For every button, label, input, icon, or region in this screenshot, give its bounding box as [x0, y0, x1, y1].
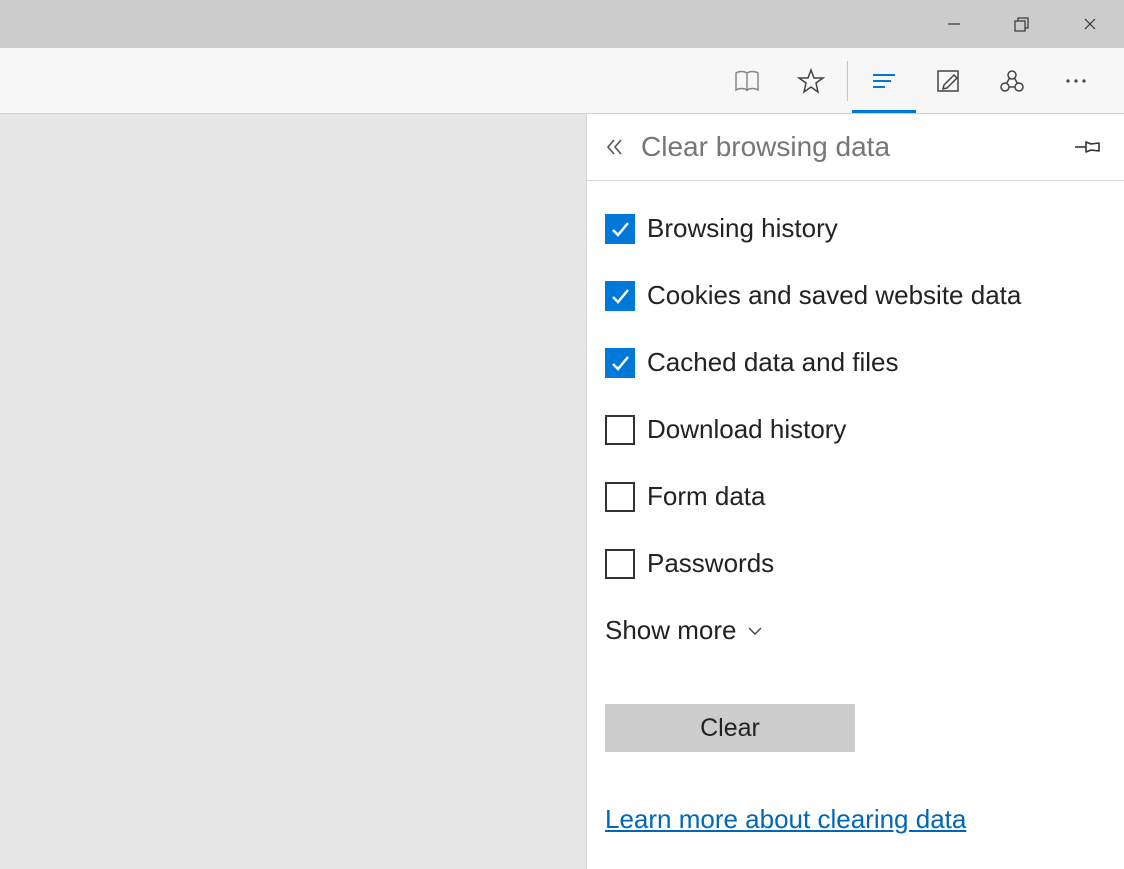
book-icon [733, 67, 761, 95]
clear-browsing-data-panel: Clear browsing data Browsing history Cook… [586, 114, 1124, 869]
checkbox-row[interactable]: Passwords [605, 548, 1106, 579]
check-icon [609, 218, 631, 240]
checkbox[interactable] [605, 482, 635, 512]
checkbox-row[interactable]: Cached data and files [605, 347, 1106, 378]
checkbox[interactable] [605, 348, 635, 378]
checkbox-label: Cookies and saved website data [647, 280, 1021, 311]
panel-title: Clear browsing data [641, 131, 890, 163]
clear-button[interactable]: Clear [605, 704, 855, 752]
checkbox-label: Passwords [647, 548, 774, 579]
panel-body: Browsing history Cookies and saved websit… [587, 181, 1124, 869]
ellipsis-icon [1062, 67, 1090, 95]
learn-more-link[interactable]: Learn more about clearing data [605, 804, 966, 835]
more-button[interactable] [1044, 48, 1108, 113]
check-icon [609, 285, 631, 307]
hub-icon [870, 67, 898, 95]
maximize-button[interactable] [988, 0, 1056, 48]
favorite-button[interactable] [779, 48, 843, 113]
close-icon [1083, 17, 1097, 31]
checkbox-row[interactable]: Form data [605, 481, 1106, 512]
checkbox-row[interactable]: Cookies and saved website data [605, 280, 1106, 311]
panel-header: Clear browsing data [587, 114, 1124, 181]
back-button[interactable] [595, 127, 635, 167]
checkbox[interactable] [605, 549, 635, 579]
pin-icon [1075, 137, 1101, 157]
checkbox-row[interactable]: Download history [605, 414, 1106, 445]
checkbox-label: Cached data and files [647, 347, 899, 378]
web-note-button[interactable] [916, 48, 980, 113]
learn-more-label: Learn more about clearing data [605, 804, 966, 834]
share-button[interactable] [980, 48, 1044, 113]
chevron-left-double-icon [605, 137, 625, 157]
reading-view-button[interactable] [715, 48, 779, 113]
pin-button[interactable] [1068, 127, 1108, 167]
share-icon [998, 67, 1026, 95]
toolbar [0, 48, 1124, 114]
clear-button-label: Clear [700, 714, 760, 743]
minimize-button[interactable] [920, 0, 988, 48]
star-icon [797, 67, 825, 95]
checkbox-label: Browsing history [647, 213, 838, 244]
checkbox[interactable] [605, 415, 635, 445]
check-icon [609, 352, 631, 374]
toolbar-separator [847, 61, 848, 101]
minimize-icon [947, 17, 961, 31]
chevron-down-icon [747, 625, 763, 637]
checkbox-row[interactable]: Browsing history [605, 213, 1106, 244]
close-button[interactable] [1056, 0, 1124, 48]
hub-button[interactable] [852, 48, 916, 113]
checkbox-label: Form data [647, 481, 766, 512]
note-icon [934, 67, 962, 95]
show-more-label: Show more [605, 615, 737, 646]
content-area: Clear browsing data Browsing history Cook… [0, 114, 1124, 869]
show-more-button[interactable]: Show more [605, 615, 1106, 646]
checkbox[interactable] [605, 281, 635, 311]
checkbox[interactable] [605, 214, 635, 244]
checkbox-label: Download history [647, 414, 846, 445]
maximize-icon [1014, 16, 1030, 32]
window-titlebar [0, 0, 1124, 48]
